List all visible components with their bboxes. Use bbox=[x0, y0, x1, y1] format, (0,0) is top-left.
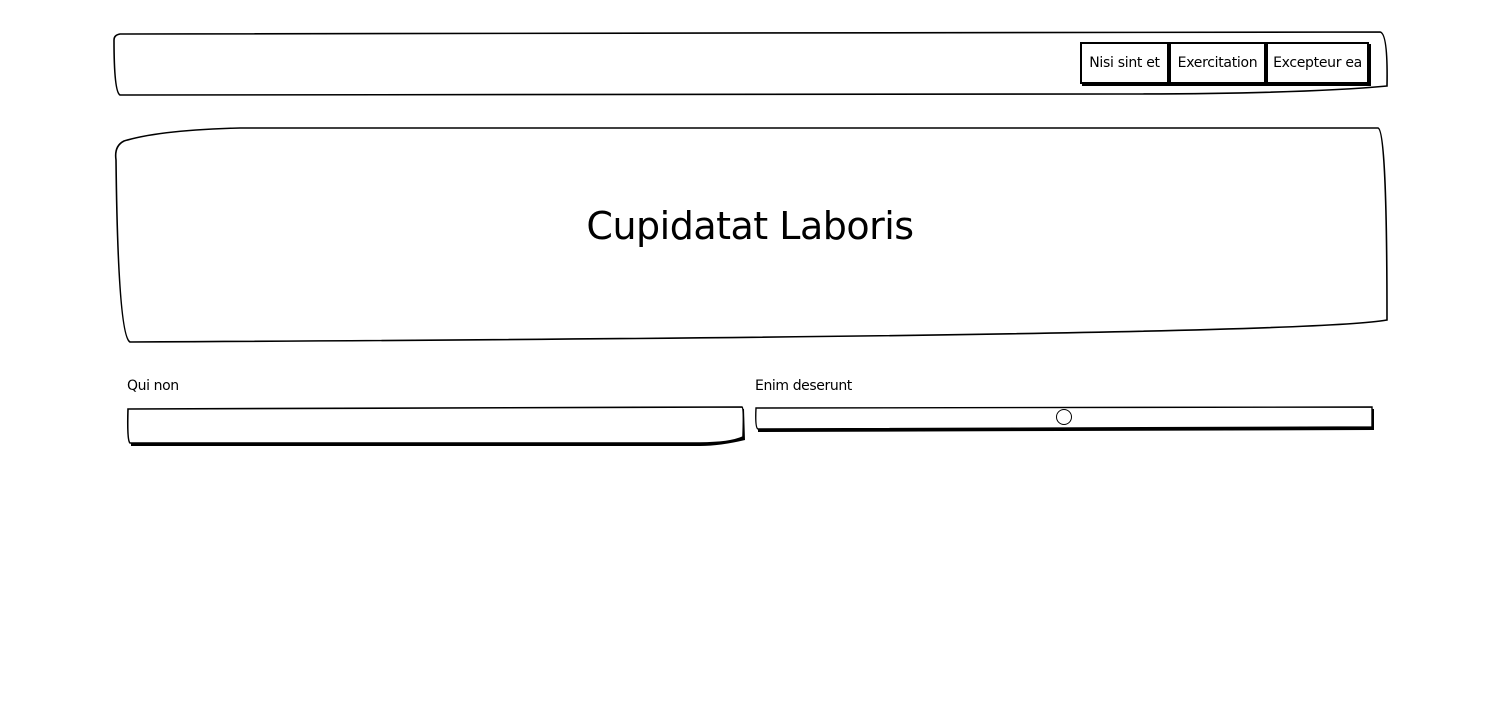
range-slider[interactable] bbox=[756, 406, 1372, 430]
nav-button-nisi-sint-et[interactable]: Nisi sint et bbox=[1080, 42, 1169, 84]
text-field-input[interactable] bbox=[130, 410, 744, 442]
slider-thumb[interactable] bbox=[1056, 409, 1072, 425]
slider-label: Enim deserunt bbox=[755, 378, 852, 394]
sketch-outlines bbox=[113, 30, 1388, 446]
text-field-label: Qui non bbox=[127, 378, 179, 394]
hero-title: Cupidatat Laboris bbox=[586, 204, 914, 248]
nav-button-excepteur-ea[interactable]: Excepteur ea bbox=[1266, 42, 1369, 84]
nav-button-exercitation[interactable]: Exercitation bbox=[1169, 42, 1266, 84]
